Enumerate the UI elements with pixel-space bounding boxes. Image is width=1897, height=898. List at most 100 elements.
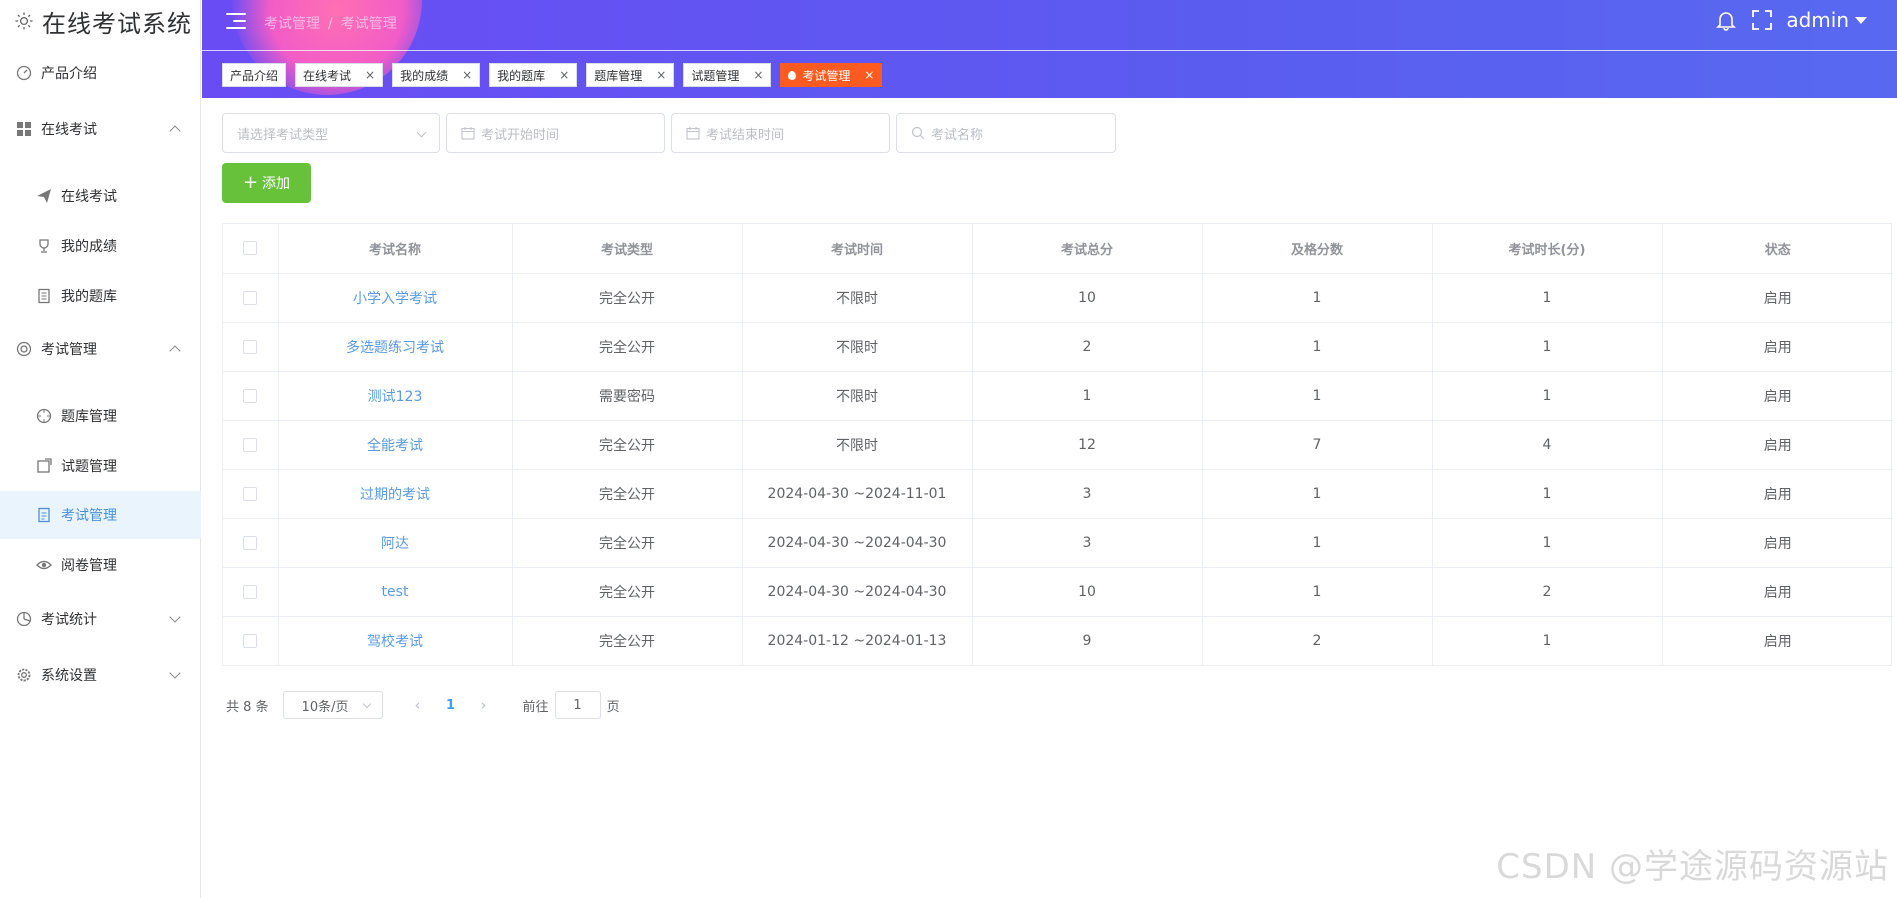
cell-duration: 1	[1432, 518, 1663, 568]
exam-name-link[interactable]: 驾校考试	[367, 634, 423, 650]
close-icon[interactable]: ×	[753, 68, 763, 82]
table-row: 过期的考试 完全公开 2024-04-30 ~2024-11-01 3 1 1 启用	[223, 469, 1893, 519]
sidebar-item-exam-management[interactable]: 考试管理	[0, 491, 201, 539]
cell-exam-time: 不限时	[742, 371, 973, 421]
cell-exam-type: 完全公开	[512, 567, 743, 617]
plus-icon: +	[242, 172, 259, 193]
bell-icon[interactable]	[1714, 8, 1738, 32]
page-number-current[interactable]: 1	[433, 698, 469, 713]
sidebar-item-my-question-bank[interactable]: 我的题库	[0, 272, 201, 320]
close-icon[interactable]: ×	[365, 68, 375, 82]
cell-exam-name: 过期的考试	[278, 469, 513, 519]
exam-name-link[interactable]: test	[382, 584, 409, 600]
cell-pass-score: 1	[1202, 322, 1433, 372]
cell-duration: 4	[1432, 420, 1663, 470]
cell-total-score: 1	[972, 371, 1203, 421]
tag-my-scores[interactable]: 我的成绩 ×	[392, 63, 481, 87]
sidebar-group-online-exam[interactable]: 在线考试	[0, 104, 201, 154]
sidebar-item-question-bank-management[interactable]: 题库管理	[0, 392, 201, 440]
cell-duration: 1	[1432, 469, 1663, 519]
sidebar-item-label: 考试统计	[41, 612, 97, 628]
tag-label: 我的题库	[497, 68, 546, 83]
edit-icon	[35, 457, 53, 475]
start-time-picker[interactable]: 考试开始时间	[446, 113, 665, 153]
close-icon[interactable]: ×	[559, 68, 569, 82]
active-dot-icon	[788, 70, 797, 80]
goto-page-input[interactable]: 1	[554, 691, 601, 719]
exam-name-link[interactable]: 小学入学考试	[353, 291, 437, 307]
row-select-cell	[223, 518, 279, 568]
table-row: test 完全公开 2024-04-30 ~2024-04-30 10 1 2 启用	[223, 567, 1893, 617]
header: 考试管理 / 考试管理 admin 产品介绍 在线考试 × 我的成绩 × 我的题库 × 题…	[202, 0, 1897, 98]
exam-name-link[interactable]: 测试123	[368, 389, 423, 405]
cell-exam-type: 完全公开	[512, 469, 743, 519]
row-checkbox[interactable]	[243, 388, 258, 403]
tag-product-intro[interactable]: 产品介绍	[222, 63, 287, 87]
row-checkbox[interactable]	[243, 535, 258, 550]
menu-toggle-icon[interactable]	[226, 12, 248, 30]
exam-name-link[interactable]: 全能考试	[367, 438, 423, 454]
sidebar-item-product-intro[interactable]: 产品介绍	[0, 48, 201, 98]
chevron-down-icon	[169, 667, 181, 679]
exam-name-link[interactable]: 过期的考试	[360, 487, 430, 503]
row-checkbox[interactable]	[243, 584, 258, 599]
sidebar-group-exam-statistics[interactable]: 考试统计	[0, 594, 201, 644]
exam-name-search-input[interactable]: 考试名称	[896, 113, 1116, 153]
sidebar-item-question-management[interactable]: 试题管理	[0, 442, 201, 490]
row-checkbox[interactable]	[243, 486, 258, 501]
select-all-checkbox[interactable]	[243, 241, 258, 256]
page-size-select[interactable]: 10条/页	[282, 691, 383, 719]
cell-status: 启用	[1662, 469, 1893, 519]
exam-type-select[interactable]: 请选择考试类型	[222, 113, 440, 153]
select-all-cell	[223, 224, 279, 274]
sidebar-item-label: 在线考试	[41, 122, 97, 138]
topbar: 考试管理 / 考试管理 admin	[202, 0, 1897, 51]
add-button[interactable]: + 添加	[222, 163, 311, 203]
trophy-icon	[35, 237, 53, 255]
row-checkbox[interactable]	[243, 339, 258, 354]
gear-icon	[15, 666, 33, 684]
tag-question-bank-management[interactable]: 题库管理 ×	[586, 63, 675, 87]
cell-total-score: 9	[972, 616, 1203, 665]
cell-pass-score: 7	[1202, 420, 1433, 470]
exam-name-link[interactable]: 多选题练习考试	[346, 340, 444, 356]
cell-status: 启用	[1662, 322, 1893, 372]
tag-online-exam[interactable]: 在线考试 ×	[295, 63, 384, 87]
close-icon[interactable]: ×	[864, 68, 874, 82]
caret-down-icon[interactable]	[1855, 16, 1867, 24]
sidebar: 在线考试系统 产品介绍 在线考试 在线考试 我的成绩 我的题库 考试管理 题库管…	[0, 0, 201, 898]
cell-duration: 1	[1432, 616, 1663, 665]
breadcrumb-item[interactable]: 考试管理	[264, 16, 320, 32]
user-name[interactable]: admin	[1786, 8, 1849, 32]
sidebar-group-system-settings[interactable]: 系统设置	[0, 650, 201, 700]
close-icon[interactable]: ×	[462, 68, 472, 82]
sidebar-group-exam-management[interactable]: 考试管理	[0, 324, 201, 374]
filter-bar: 请选择考试类型 考试开始时间 考试结束时间 考试名称	[222, 113, 1122, 153]
tag-my-question-bank[interactable]: 我的题库 ×	[489, 63, 578, 87]
row-checkbox[interactable]	[243, 437, 258, 452]
breadcrumb-item-current: 考试管理	[340, 16, 397, 32]
end-time-picker[interactable]: 考试结束时间	[671, 113, 890, 153]
sidebar-item-my-scores[interactable]: 我的成绩	[0, 222, 201, 270]
cell-pass-score: 1	[1202, 567, 1433, 617]
sidebar-item-label: 在线考试	[61, 189, 117, 205]
tag-exam-management[interactable]: 考试管理 ×	[780, 63, 883, 87]
row-select-cell	[223, 469, 279, 519]
row-checkbox[interactable]	[243, 290, 258, 305]
tag-label: 试题管理	[691, 68, 740, 83]
table-row: 小学入学考试 完全公开 不限时 10 1 1 启用	[223, 273, 1893, 323]
sidebar-item-marking-management[interactable]: 阅卷管理	[0, 541, 201, 589]
cell-exam-type: 完全公开	[512, 420, 743, 470]
row-checkbox[interactable]	[243, 633, 258, 648]
fullscreen-icon[interactable]	[1750, 8, 1774, 32]
close-icon[interactable]: ×	[656, 68, 666, 82]
sidebar-item-online-exam[interactable]: 在线考试	[0, 172, 201, 220]
table-row: 多选题练习考试 完全公开 不限时 2 1 1 启用	[223, 322, 1893, 372]
document-icon	[35, 506, 53, 524]
next-page-button[interactable]: ›	[469, 696, 499, 714]
sidebar-item-label: 我的题库	[61, 289, 117, 305]
row-select-cell	[223, 371, 279, 421]
prev-page-button[interactable]: ‹	[403, 696, 433, 714]
exam-name-link[interactable]: 阿达	[381, 536, 409, 552]
tag-question-management[interactable]: 试题管理 ×	[683, 63, 772, 87]
